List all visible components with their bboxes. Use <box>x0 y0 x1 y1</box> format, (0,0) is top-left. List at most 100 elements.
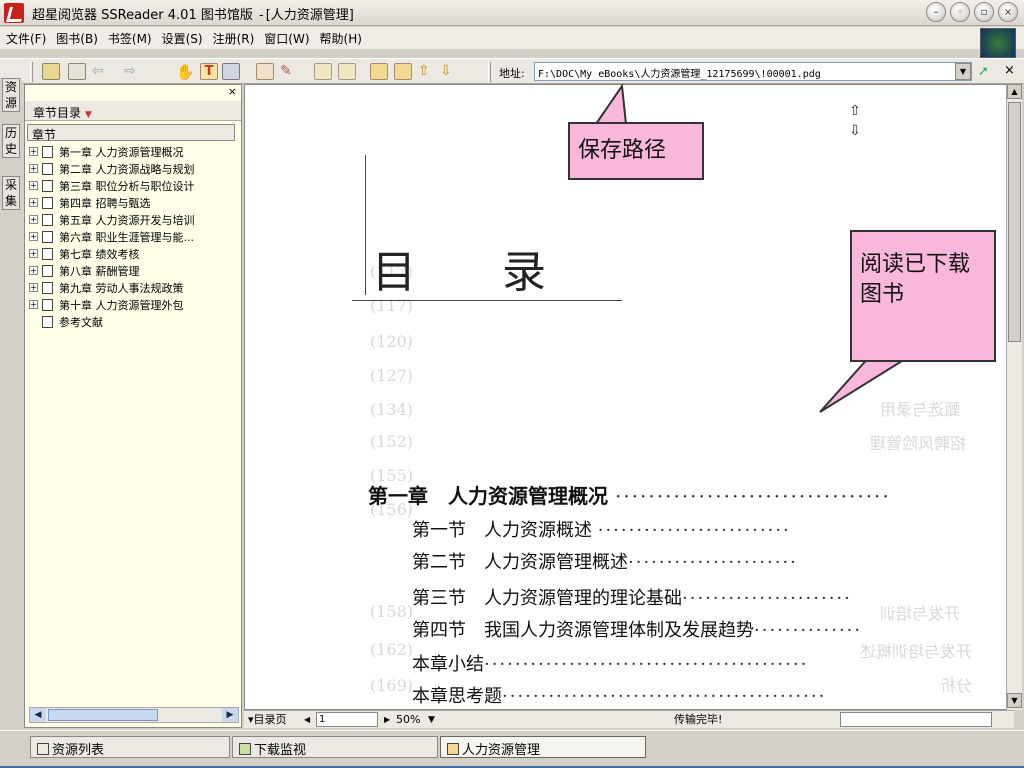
fit-width-icon[interactable] <box>338 63 356 80</box>
expand-icon[interactable]: + <box>29 266 38 275</box>
zoom-dropdown-icon[interactable]: ▼ <box>428 712 435 728</box>
expand-icon[interactable]: + <box>29 198 38 207</box>
page-prev-icon[interactable]: ◀ <box>304 712 310 728</box>
book-icon <box>42 162 53 175</box>
expand-icon[interactable]: + <box>29 232 38 241</box>
task-resource-list[interactable]: 资源列表 <box>30 736 230 758</box>
scroll-thumb[interactable] <box>48 709 158 721</box>
address-dropdown-button[interactable]: ▼ <box>955 63 971 80</box>
side-tab-history[interactable]: 历史 <box>2 124 20 158</box>
tree-item[interactable]: + 第七章 绩效考核 <box>29 245 239 262</box>
tree-item[interactable]: + 第八章 薪酬管理 <box>29 262 239 279</box>
menu-book[interactable]: 图书(B) <box>56 30 98 47</box>
restore-button[interactable]: ◦ <box>950 2 970 22</box>
tree-item[interactable]: + 第一章 人力资源管理概况 <box>29 143 239 160</box>
select-region-icon[interactable] <box>222 63 240 80</box>
tree-item[interactable]: + 第六章 职业生涯管理与能... <box>29 228 239 245</box>
book-icon <box>42 264 53 277</box>
horizontal-scrollbar[interactable]: ◀ ▶ <box>29 707 239 723</box>
expand-icon[interactable]: + <box>29 164 38 173</box>
page-up-arrow-icon[interactable]: ⇧ <box>845 102 865 122</box>
tree-item[interactable]: + 第三章 职位分析与职位设计 <box>29 177 239 194</box>
vertical-scrollbar[interactable]: ▲ ▼ <box>1006 84 1022 710</box>
side-tab-collect[interactable]: 采集 <box>2 176 20 210</box>
expand-icon[interactable]: + <box>29 181 38 190</box>
toc-section[interactable]: 第三节 人力资源管理的理论基础······················ <box>412 584 1012 610</box>
side-tab-resources[interactable]: 资源 <box>2 78 20 112</box>
scroll-down-icon[interactable]: ▼ <box>1007 693 1022 708</box>
expand-icon[interactable]: + <box>29 249 38 258</box>
panel-close-icon[interactable]: × <box>228 85 237 98</box>
toc-page-button[interactable]: ▾目录页 <box>248 712 287 728</box>
close-button[interactable]: × <box>998 2 1018 22</box>
decorative-vertical-rule <box>365 155 366 295</box>
side-tab-strip: 资源 历史 采集 <box>0 78 22 728</box>
previous-page-icon[interactable] <box>370 63 388 80</box>
toc-chapter[interactable]: 第一章 人力资源管理概况 ···························… <box>368 480 1008 509</box>
close-address-icon[interactable]: × <box>1004 63 1015 78</box>
text-tool-icon[interactable]: T <box>200 63 218 80</box>
tree-item-label: 第二章 人力资源战略与规划 <box>59 162 195 176</box>
faint-bleed-text: 招聘风险管理 <box>870 434 967 453</box>
transfer-status: 传输完毕! <box>674 713 723 726</box>
menu-help[interactable]: 帮助(H) <box>320 30 362 47</box>
app-name: 超星阅览器 SSReader 4.01 图书馆版 <box>32 8 253 23</box>
expand-icon[interactable]: + <box>29 283 38 292</box>
next-page-icon[interactable] <box>394 63 412 80</box>
go-icon[interactable]: ➚ <box>978 64 989 79</box>
faint-page-number: (162) <box>370 640 414 659</box>
scroll-thumb[interactable] <box>1008 102 1021 342</box>
page-down-arrow-icon[interactable]: ⇩ <box>845 122 865 142</box>
toc-section[interactable]: 本章思考题···································… <box>412 682 1012 708</box>
minimize-button[interactable]: – <box>926 2 946 22</box>
tree-item-label: 第一章 人力资源管理概况 <box>59 145 184 159</box>
page-next-icon[interactable]: ▶ <box>384 712 390 728</box>
toc-section[interactable]: 本章小结····································… <box>412 650 1012 676</box>
list-icon[interactable] <box>42 63 60 80</box>
scroll-up-icon[interactable]: ▲ <box>1007 84 1022 99</box>
menu-window[interactable]: 窗口(W) <box>264 30 309 47</box>
address-input[interactable]: F:\DOC\My eBooks\人力资源管理_12175699\!00001.… <box>534 62 972 81</box>
toc-section[interactable]: 第一节 人力资源概述 ························· <box>412 516 1012 542</box>
task-download-monitor[interactable]: 下载监视 <box>232 736 438 758</box>
tree-item[interactable]: + 第二章 人力资源战略与规划 <box>29 160 239 177</box>
tree-item[interactable]: + 第九章 劳动人事法规政策 <box>29 279 239 296</box>
menu-register[interactable]: 注册(R) <box>213 30 255 47</box>
fit-page-icon[interactable] <box>314 63 332 80</box>
menu-bookmark[interactable]: 书签(M) <box>108 30 152 47</box>
zoom-value[interactable]: 50% <box>396 712 420 728</box>
scroll-right-icon[interactable]: ▶ <box>222 708 238 722</box>
callout-read-downloaded: 阅读已下载图书 <box>850 230 996 362</box>
toolbar-grip-address[interactable] <box>488 62 491 82</box>
tree-item[interactable]: 参考文献 <box>29 313 239 330</box>
scroll-up-icon[interactable]: ⇧ <box>418 63 436 80</box>
status-scrollbar[interactable] <box>840 712 992 727</box>
menu-file[interactable]: 文件(F) <box>6 30 46 47</box>
forward-arrow-icon[interactable]: ⇨ <box>124 63 142 80</box>
column-header[interactable]: 章节 <box>27 124 235 142</box>
tree-item[interactable]: + 第五章 人力资源开发与培训 <box>29 211 239 228</box>
toolbar-grip[interactable] <box>30 62 33 82</box>
toc-section[interactable]: 第四节 我国人力资源管理体制及发展趋势·············· <box>412 616 1012 642</box>
toc-section[interactable]: 第二节 人力资源管理概述······················ <box>412 548 1012 574</box>
home-icon[interactable] <box>68 63 86 80</box>
menu-settings[interactable]: 设置(S) <box>162 30 203 47</box>
highlighter-icon[interactable]: ✎ <box>280 63 298 80</box>
tree-item[interactable]: + 第四章 招聘与甄选 <box>29 194 239 211</box>
back-arrow-icon[interactable]: ⇦ <box>92 63 110 80</box>
annotate-icon[interactable] <box>256 63 274 80</box>
hand-tool-icon[interactable]: ✋ <box>176 63 195 81</box>
scroll-left-icon[interactable]: ◀ <box>30 708 46 722</box>
maximize-button[interactable]: ▫ <box>974 2 994 22</box>
page-number-input[interactable]: 1 <box>316 712 378 727</box>
toc-title: 目 录 <box>372 247 582 298</box>
task-current-book[interactable]: 人力资源管理 <box>440 736 646 758</box>
expand-icon[interactable]: + <box>29 215 38 224</box>
book-icon <box>42 281 53 294</box>
scroll-down-icon[interactable]: ⇩ <box>440 63 458 80</box>
expand-icon[interactable]: + <box>29 300 38 309</box>
toc-chapter-label: 第一章 人力资源管理概况 <box>368 484 608 508</box>
expand-icon[interactable]: + <box>29 147 38 156</box>
panel-header[interactable]: 章节目录 ▼ <box>25 101 241 121</box>
tree-item[interactable]: + 第十章 人力资源管理外包 <box>29 296 239 313</box>
